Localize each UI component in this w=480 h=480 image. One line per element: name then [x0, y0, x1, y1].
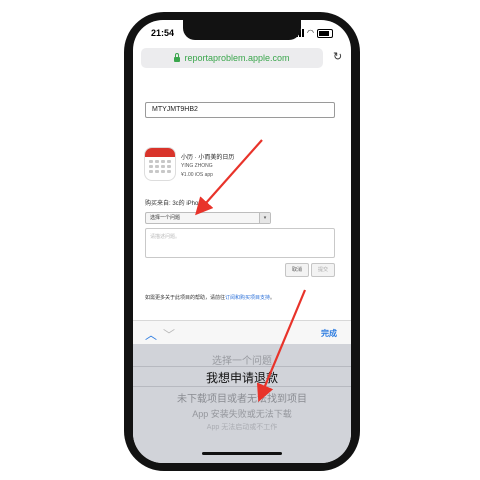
notch [183, 20, 301, 40]
help-text-end: 。 [270, 295, 276, 301]
dropdown-arrow-icon: ▾ [259, 213, 270, 223]
picker-option[interactable]: 选择一个问题 [133, 352, 351, 367]
url-field[interactable]: reportaproblem.apple.com [141, 48, 323, 68]
home-indicator [202, 452, 282, 455]
submit-button[interactable]: 提交 [311, 263, 335, 277]
problem-select-value: 选择一个问题 [150, 215, 181, 221]
picker-selection-line [133, 386, 351, 387]
support-link[interactable]: 订阅和购买项目支持 [225, 295, 270, 301]
picker-option[interactable]: App 无法启动或不工作 [133, 422, 351, 432]
problem-select[interactable]: 选择一个问题 ▾ [145, 212, 271, 224]
order-code-field[interactable]: MTYJMT9HB2 [145, 102, 335, 118]
keyboard-toolbar: ︿ ﹀ 完成 [133, 320, 351, 345]
app-developer: YING ZHONG [181, 163, 213, 169]
battery-icon [317, 28, 333, 38]
wifi-icon: ◠ [307, 28, 314, 37]
url-text: reportaproblem.apple.com [184, 53, 290, 63]
picker-option-selected[interactable]: 我想申请退款 [133, 369, 351, 386]
reload-icon[interactable]: ↻ [333, 52, 343, 63]
problem-description-input[interactable]: 请描述问题。 [145, 228, 335, 258]
status-time: 21:54 [151, 28, 175, 38]
done-button[interactable]: 完成 [321, 328, 337, 339]
help-text: 如需更多关于此项目的帮助，请前往订阅和购买项目支持。 [145, 294, 275, 301]
chevron-up-icon[interactable]: ︿ [145, 326, 157, 343]
purchased-from: 购买来自: 3c的 iPhone [145, 201, 206, 207]
help-text-body: 如需更多关于此项目的帮助，请前往 [145, 295, 226, 301]
calendar-app-icon [145, 148, 175, 180]
lock-icon [174, 53, 181, 62]
picker-selection-line [133, 366, 351, 367]
app-name: 小历 · 小而美的日历 [181, 155, 235, 161]
chevron-down-icon[interactable]: ﹀ [163, 326, 175, 343]
phone-screen: 21:54 ◠ reportaproblem.apple.com ↻ MTYJM… [133, 20, 351, 463]
problem-picker[interactable]: 选择一个问题 我想申请退款 未下载项目或者无法找到项目 App 安装失败或无法下… [133, 344, 351, 463]
picker-option[interactable]: 未下载项目或者无法找到项目 [133, 390, 351, 405]
app-price: ¥1.00 iOS app [181, 172, 213, 178]
browser-address-bar: reportaproblem.apple.com ↻ [141, 48, 343, 70]
cancel-button[interactable]: 取消 [285, 263, 309, 277]
picker-option[interactable]: App 安装失败或无法下载 [133, 407, 351, 420]
